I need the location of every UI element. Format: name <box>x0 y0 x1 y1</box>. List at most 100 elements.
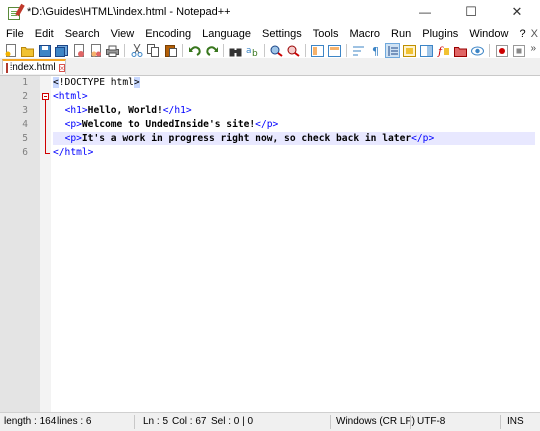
code-text: Hello, World! <box>87 105 163 116</box>
status-encoding: UTF-8 <box>417 416 446 427</box>
code-text: !DOCTYPE html <box>58 77 134 88</box>
html-tag: <h1> <box>64 105 88 116</box>
status-lines: lines : 6 <box>57 416 92 427</box>
menu-plugins[interactable]: Plugins <box>416 28 463 40</box>
menu-run[interactable]: Run <box>385 28 416 40</box>
undo-icon[interactable] <box>188 44 201 57</box>
code-line[interactable]: </html> <box>53 146 535 159</box>
line-number: 4 <box>22 119 28 130</box>
tab-close-icon[interactable]: × <box>58 63 66 72</box>
code-text: It's a work in progress right now, so ch… <box>81 133 412 144</box>
paste-icon[interactable] <box>164 44 177 57</box>
print-icon[interactable] <box>106 44 119 57</box>
zoom-in-icon[interactable] <box>270 44 283 57</box>
code-line[interactable]: <p>It's a work in progress right now, so… <box>53 132 535 145</box>
tab-index-html[interactable]: index.html × <box>2 59 66 74</box>
html-tag: <html> <box>53 91 88 102</box>
svg-text:ƒ: ƒ <box>437 45 444 57</box>
sync-horizontal-icon[interactable] <box>328 44 341 57</box>
html-tag: </p> <box>255 119 279 130</box>
unsaved-file-icon <box>6 62 13 73</box>
menu-window[interactable]: Window <box>463 28 513 40</box>
show-all-characters-icon[interactable]: ¶ <box>369 44 382 57</box>
editor-area[interactable]: 1 2 3 4 5 6 <!DOCTYPE html> <html> <h1>He… <box>0 76 540 412</box>
menu-settings[interactable]: Settings <box>256 28 307 40</box>
code-text: > <box>133 77 140 88</box>
html-tag: </html> <box>53 147 94 158</box>
tab-bar: index.html × <box>0 58 540 76</box>
copy-icon[interactable] <box>147 44 160 57</box>
html-tag: <p> <box>64 133 82 144</box>
code-line[interactable]: <html> <box>53 90 535 103</box>
menu-edit[interactable]: Edit <box>29 28 59 40</box>
title-bar: *D:\Guides\HTML\index.html - Notepad++ —… <box>0 0 540 24</box>
code-text: Welcome to UndedInside's site! <box>81 119 256 130</box>
code-line[interactable]: <p>Welcome to UndedInside's site!</p> <box>53 118 535 131</box>
redo-icon[interactable] <box>205 44 218 57</box>
find-icon[interactable] <box>229 44 242 57</box>
notepad-window: *D:\Guides\HTML\index.html - Notepad++ —… <box>0 0 540 431</box>
fold-end-marker <box>45 153 50 154</box>
line-number-gutter: 1 2 3 4 5 6 <box>0 76 40 412</box>
status-column: Col : 67 <box>172 416 207 427</box>
status-bar: length : 164 lines : 6 Ln : 5 Col : 67 S… <box>0 412 540 431</box>
code-line[interactable]: <h1>Hello, World!</h1> <box>53 104 535 117</box>
save-all-icon[interactable] <box>55 44 68 57</box>
status-length: length : 164 <box>4 416 57 427</box>
status-selection: Sel : 0 | 0 <box>211 416 254 427</box>
html-tag: <p> <box>64 119 82 130</box>
menu-macro[interactable]: Macro <box>343 28 385 40</box>
fold-line <box>45 100 46 153</box>
menu-search[interactable]: Search <box>59 28 105 40</box>
open-file-icon[interactable] <box>21 44 34 57</box>
function-list-icon[interactable]: ƒ <box>437 44 450 57</box>
menu-help[interactable]: ? <box>513 28 530 40</box>
toolbar: ab ¶ ƒ » <box>0 43 540 58</box>
line-number: 2 <box>22 91 28 102</box>
maximize-button[interactable]: ☐ <box>448 0 494 24</box>
status-eol: Windows (CR LF) <box>336 416 415 427</box>
user-defined-language-icon[interactable] <box>403 44 416 57</box>
svg-text:a: a <box>246 46 252 56</box>
line-number: 5 <box>22 133 28 144</box>
close-button[interactable]: ✕ <box>494 0 540 24</box>
status-line: Ln : 5 <box>143 416 169 427</box>
notepad-plus-plus-icon <box>7 3 25 20</box>
folder-as-workspace-icon[interactable] <box>454 44 467 57</box>
menu-file[interactable]: File <box>0 28 29 40</box>
stop-recording-icon[interactable] <box>512 44 525 57</box>
line-number: 6 <box>22 147 28 158</box>
html-tag: </p> <box>411 133 435 144</box>
status-insert-mode: INS <box>507 416 524 427</box>
monitoring-icon[interactable] <box>471 44 484 57</box>
minimize-button[interactable]: — <box>402 0 448 24</box>
svg-text:¶: ¶ <box>372 45 379 57</box>
close-file-icon[interactable] <box>72 44 85 57</box>
record-macro-icon[interactable] <box>495 44 508 57</box>
line-number: 3 <box>22 105 28 116</box>
document-map-icon[interactable] <box>420 44 433 57</box>
tab-label: index.html <box>10 62 56 73</box>
html-tag: </h1> <box>162 105 192 116</box>
indent-guide-icon[interactable] <box>385 43 400 58</box>
svg-text:b: b <box>252 49 258 57</box>
menu-encoding[interactable]: Encoding <box>139 28 196 40</box>
close-all-icon[interactable] <box>89 44 102 57</box>
menu-language[interactable]: Language <box>196 28 256 40</box>
cut-icon[interactable] <box>130 44 143 57</box>
new-file-icon[interactable] <box>4 44 17 57</box>
menu-tools[interactable]: Tools <box>307 28 344 40</box>
word-wrap-icon[interactable] <box>352 44 365 57</box>
close-document-button[interactable]: X <box>531 28 540 40</box>
code-line[interactable]: <!DOCTYPE html> <box>53 76 535 89</box>
window-title: *D:\Guides\HTML\index.html - Notepad++ <box>27 6 231 18</box>
menu-view[interactable]: View <box>105 28 140 40</box>
replace-icon[interactable]: ab <box>246 44 259 57</box>
menu-bar: File Edit Search View Encoding Language … <box>0 24 540 43</box>
save-icon[interactable] <box>38 44 51 57</box>
fold-collapse-icon[interactable] <box>42 93 49 100</box>
line-number: 1 <box>22 77 28 88</box>
toolbar-overflow-icon[interactable]: » <box>530 43 536 54</box>
zoom-out-icon[interactable] <box>287 44 300 57</box>
sync-vertical-icon[interactable] <box>311 44 324 57</box>
